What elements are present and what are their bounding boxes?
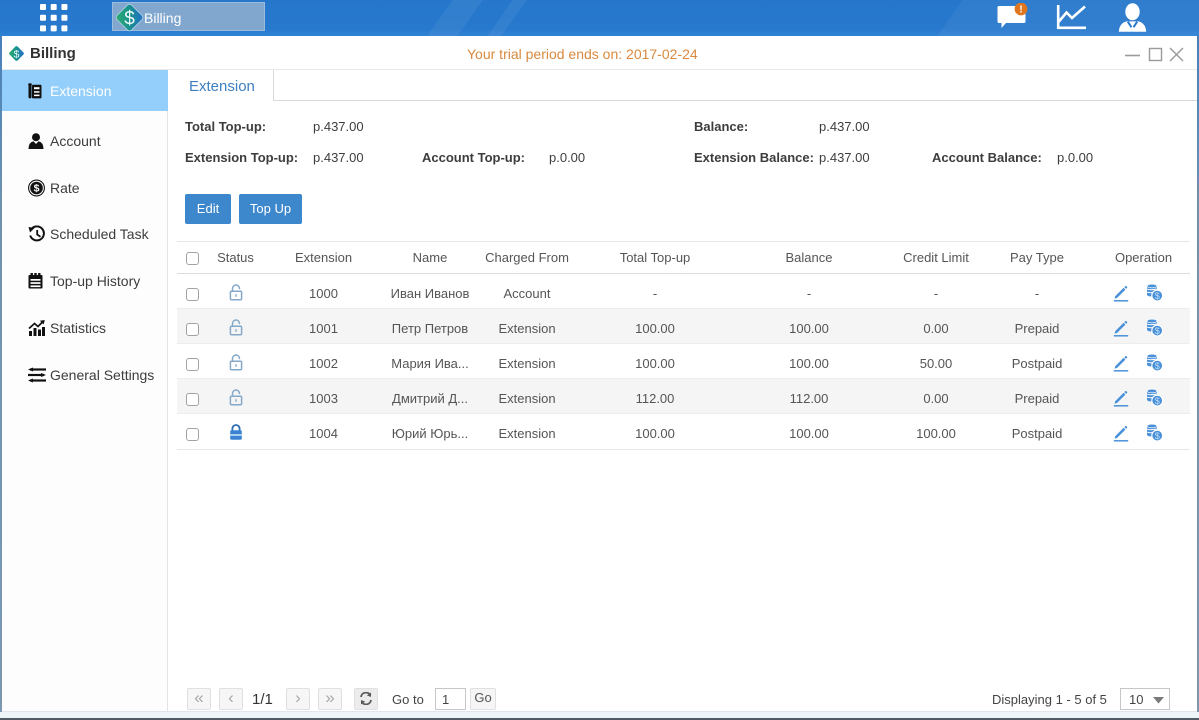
svg-text:$: $ [14,49,20,60]
svg-text:$: $ [124,9,135,30]
svg-text:!: ! [1019,5,1022,16]
svg-text:$: $ [34,182,40,194]
